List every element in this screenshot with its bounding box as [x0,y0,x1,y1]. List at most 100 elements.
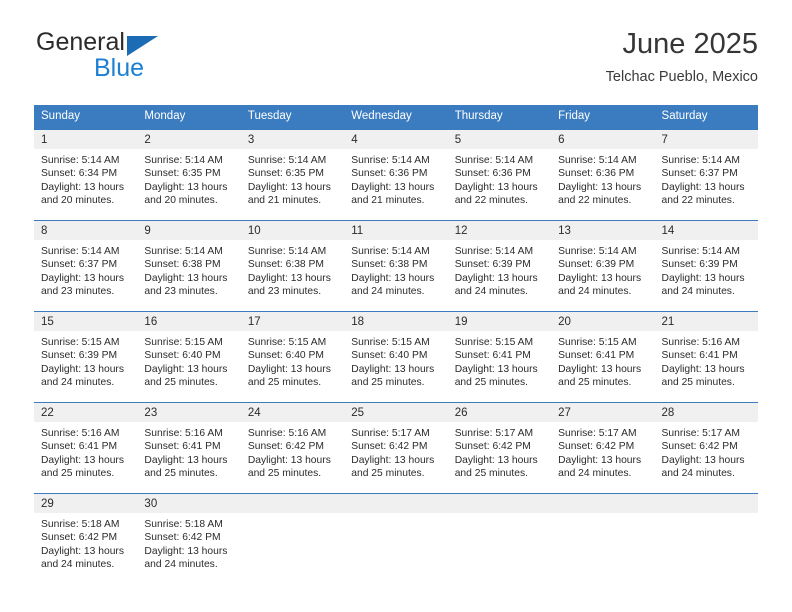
sunset-text: Sunset: 6:42 PM [661,441,738,453]
calendar-day-cell[interactable]: 24 Sunrise: 5:16 AM Sunset: 6:42 PM Dayligh… [240,401,345,494]
sunset-text: Sunset: 6:39 PM [558,259,635,271]
sunset-text: Sunset: 6:42 PM [41,532,118,544]
sunset-text: Sunset: 6:38 PM [351,259,428,271]
day-number [240,493,345,513]
calendar-day-cell[interactable]: 2 Sunrise: 5:14 AM Sunset: 6:35 PM Daylight… [137,128,241,221]
day-number [654,493,758,513]
day-details: Sunrise: 5:14 AM Sunset: 6:38 PM Daylight:… [241,240,344,311]
daylight-text-line1: Daylight: 13 hours [247,272,331,284]
day-details: Sunrise: 5:14 AM Sunset: 6:34 PM Daylight:… [34,149,137,220]
day-details: Sunrise: 5:14 AM Sunset: 6:36 PM Daylight:… [344,149,447,220]
day-number: 10 [240,220,345,240]
title-block: June 2025 Telchac Pueblo, Mexico [606,28,758,86]
calendar-day-cell[interactable]: 16 Sunrise: 5:15 AM Sunset: 6:40 PM Dayligh… [137,310,241,403]
calendar-day-cell[interactable]: 1 Sunrise: 5:14 AM Sunset: 6:34 PM Daylight… [34,128,138,221]
calendar-day-cell[interactable]: 13 Sunrise: 5:14 AM Sunset: 6:39 PM Dayligh… [551,219,655,312]
calendar-day-cell[interactable]: 12 Sunrise: 5:14 AM Sunset: 6:39 PM Dayligh… [447,219,552,312]
daylight-text-line2: and 20 minutes. [41,195,115,207]
sunset-text: Sunset: 6:42 PM [247,441,324,453]
calendar-day-cell[interactable]: 27 Sunrise: 5:17 AM Sunset: 6:42 PM Dayligh… [551,401,655,494]
sunset-text: Sunset: 6:38 PM [144,259,221,271]
daylight-text-line1: Daylight: 13 hours [351,272,435,284]
sunset-text: Sunset: 6:37 PM [661,168,738,180]
calendar-day-cell[interactable]: 25 Sunrise: 5:17 AM Sunset: 6:42 PM Dayligh… [344,401,448,494]
calendar-day-cell[interactable]: 19 Sunrise: 5:15 AM Sunset: 6:41 PM Dayligh… [447,310,552,403]
calendar-day-cell[interactable]: 28 Sunrise: 5:17 AM Sunset: 6:42 PM Dayligh… [654,401,758,494]
page-subtitle: Telchac Pueblo, Mexico [605,69,758,86]
daylight-text-line1: Daylight: 13 hours [661,454,745,466]
weekday-header-wednesday: Wednesday [344,105,448,130]
sunrise-text: Sunrise: 5:14 AM [454,154,534,166]
daylight-text-line2: and 25 minutes. [41,468,115,480]
daylight-text-line2: and 25 minutes. [144,468,218,480]
daylight-text-line1: Daylight: 13 hours [144,272,228,284]
sunrise-text: Sunrise: 5:17 AM [558,427,637,439]
calendar-day-cell[interactable]: 29 Sunrise: 5:18 AM Sunset: 6:42 PM Dayligh… [34,492,138,584]
daylight-text-line2: and 24 minutes. [41,377,115,389]
weekday-header-row: Sunday Monday Tuesday Wednesday Thursday… [34,105,758,130]
calendar-day-cell[interactable]: 23 Sunrise: 5:16 AM Sunset: 6:41 PM Dayligh… [137,401,241,494]
daylight-text-line1: Daylight: 13 hours [454,181,538,193]
daylight-text-line1: Daylight: 13 hours [41,454,124,466]
calendar-day-cell[interactable]: 7 Sunrise: 5:14 AM Sunset: 6:37 PM Daylight… [654,128,758,221]
calendar-day-cell[interactable]: 4 Sunrise: 5:14 AM Sunset: 6:36 PM Daylight… [344,128,448,221]
daylight-text-line2: and 22 minutes. [454,195,528,207]
calendar-day-cell[interactable]: 8 Sunrise: 5:14 AM Sunset: 6:37 PM Daylight… [34,219,138,312]
calendar-day-cell[interactable]: 6 Sunrise: 5:14 AM Sunset: 6:36 PM Daylight… [551,128,655,221]
calendar-day-cell[interactable]: 15 Sunrise: 5:15 AM Sunset: 6:39 PM Dayligh… [34,310,138,403]
calendar-day-cell[interactable]: 11 Sunrise: 5:14 AM Sunset: 6:38 PM Dayligh… [344,219,448,312]
daylight-text-line2: and 24 minutes. [454,286,528,298]
day-number: 1 [34,129,138,149]
day-number: 21 [654,311,758,331]
calendar-day-cell[interactable]: 30 Sunrise: 5:18 AM Sunset: 6:42 PM Dayligh… [137,492,241,584]
day-details: Sunrise: 5:14 AM Sunset: 6:38 PM Daylight:… [344,240,447,311]
day-details [344,513,447,584]
sunrise-text: Sunrise: 5:16 AM [247,427,327,439]
daylight-text-line2: and 24 minutes. [558,286,632,298]
daylight-text-line2: and 23 minutes. [41,286,115,298]
calendar-day-cell[interactable]: 9 Sunrise: 5:14 AM Sunset: 6:38 PM Daylight… [137,219,241,312]
calendar-day-cell[interactable]: 21 Sunrise: 5:16 AM Sunset: 6:41 PM Dayligh… [654,310,758,403]
sunrise-text: Sunrise: 5:14 AM [558,154,637,166]
calendar-day-cell[interactable]: 22 Sunrise: 5:16 AM Sunset: 6:41 PM Dayligh… [34,401,138,494]
weekday-header-saturday: Saturday [654,105,758,130]
sunset-text: Sunset: 6:39 PM [41,350,118,362]
daylight-text-line2: and 24 minutes. [144,559,218,571]
sunrise-text: Sunrise: 5:15 AM [558,336,637,348]
calendar-day-cell[interactable]: 26 Sunrise: 5:17 AM Sunset: 6:42 PM Dayligh… [447,401,552,494]
day-number: 8 [34,220,138,240]
day-details: Sunrise: 5:14 AM Sunset: 6:37 PM Daylight:… [655,149,758,220]
day-number: 26 [447,402,552,422]
calendar-day-cell-empty [654,492,758,584]
sunrise-text: Sunrise: 5:14 AM [351,245,430,257]
day-number: 27 [551,402,655,422]
day-number: 15 [34,311,138,331]
calendar-week-row: 15 Sunrise: 5:15 AM Sunset: 6:39 PM Dayligh… [34,310,758,403]
calendar-day-cell[interactable]: 18 Sunrise: 5:15 AM Sunset: 6:40 PM Dayligh… [344,310,448,403]
calendar-day-cell[interactable]: 10 Sunrise: 5:14 AM Sunset: 6:38 PM Dayligh… [240,219,345,312]
daylight-text-line2: and 24 minutes. [41,559,115,571]
day-details: Sunrise: 5:16 AM Sunset: 6:41 PM Daylight:… [655,331,758,402]
logo-text-general: General [36,28,125,56]
calendar-week-row: 29 Sunrise: 5:18 AM Sunset: 6:42 PM Dayligh… [34,492,758,584]
day-number: 18 [344,311,448,331]
sunset-text: Sunset: 6:37 PM [41,259,118,271]
day-details: Sunrise: 5:16 AM Sunset: 6:41 PM Daylight:… [34,422,137,493]
daylight-text-line2: and 25 minutes. [351,468,425,480]
sunrise-text: Sunrise: 5:16 AM [144,427,223,439]
day-details: Sunrise: 5:18 AM Sunset: 6:42 PM Daylight:… [137,513,240,584]
daylight-text-line1: Daylight: 13 hours [558,454,642,466]
sunrise-text: Sunrise: 5:14 AM [144,154,223,166]
daylight-text-line1: Daylight: 13 hours [144,545,228,557]
day-number: 25 [344,402,448,422]
daylight-text-line2: and 25 minutes. [454,377,528,389]
calendar-day-cell[interactable]: 14 Sunrise: 5:14 AM Sunset: 6:39 PM Dayligh… [654,219,758,312]
calendar-day-cell[interactable]: 3 Sunrise: 5:14 AM Sunset: 6:35 PM Daylight… [240,128,345,221]
calendar-day-cell[interactable]: 20 Sunrise: 5:15 AM Sunset: 6:41 PM Dayligh… [551,310,655,403]
sunrise-text: Sunrise: 5:16 AM [41,427,120,439]
calendar-day-cell[interactable]: 17 Sunrise: 5:15 AM Sunset: 6:40 PM Dayligh… [240,310,345,403]
day-details [241,513,344,584]
day-number: 20 [551,311,655,331]
calendar-day-cell[interactable]: 5 Sunrise: 5:14 AM Sunset: 6:36 PM Daylight… [447,128,552,221]
generalblue-logo[interactable]: General Blue [34,28,264,92]
